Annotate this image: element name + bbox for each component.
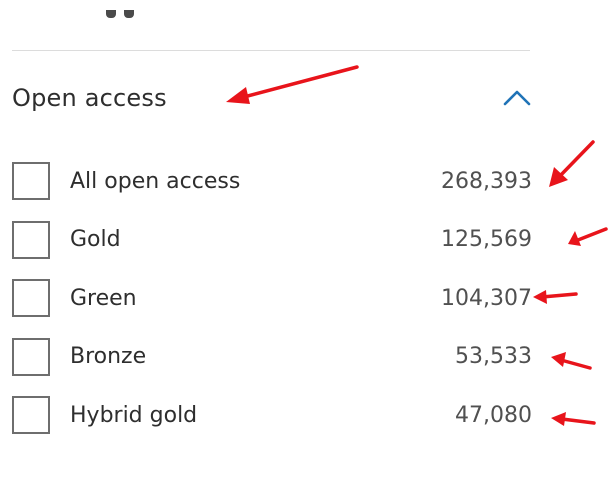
filter-option-all-open-access[interactable]: All open access 268,393 [12,152,532,211]
filter-count: 47,080 [455,402,532,428]
filter-label: Green [70,285,137,311]
checkbox[interactable] [12,162,50,201]
annotation-arrow [540,292,578,299]
filter-label: Gold [70,227,121,253]
filter-label: Hybrid gold [70,402,198,428]
filter-count: 268,393 [441,168,532,194]
filter-count: 125,569 [441,227,532,253]
annotation-arrow [576,227,608,242]
filter-count: 53,533 [455,344,532,370]
annotation-arrowhead [549,167,568,187]
open-access-filter-list: All open access 268,393 Gold 125,569 Gre… [12,152,532,445]
previous-section-remnant [106,0,134,18]
annotation-arrow [556,140,595,180]
open-access-section-header[interactable]: Open access [12,72,532,124]
filter-label: Bronze [70,344,147,370]
annotation-arrowhead [533,290,547,304]
filter-option-bronze[interactable]: Bronze 53,533 [12,328,532,387]
filter-option-green[interactable]: Green 104,307 [12,269,532,328]
filter-option-hybrid-gold[interactable]: Hybrid gold 47,080 [12,386,532,445]
annotation-arrow [560,417,596,425]
checkbox[interactable] [12,337,50,376]
checkbox[interactable] [12,279,50,318]
annotation-arrow [559,358,592,370]
checkbox[interactable] [12,220,50,259]
filter-option-gold[interactable]: Gold 125,569 [12,211,532,270]
annotation-arrowhead [551,352,566,367]
filter-label: All open access [70,168,241,194]
filter-panel: Open access All open access 268,393 Gold… [0,0,608,478]
annotation-arrowhead [568,231,581,246]
section-divider [12,50,530,51]
checkbox[interactable] [12,396,50,435]
section-title: Open access [12,84,167,112]
chevron-up-icon[interactable] [502,83,532,113]
filter-count: 104,307 [441,285,532,311]
annotation-arrowhead [551,412,566,426]
